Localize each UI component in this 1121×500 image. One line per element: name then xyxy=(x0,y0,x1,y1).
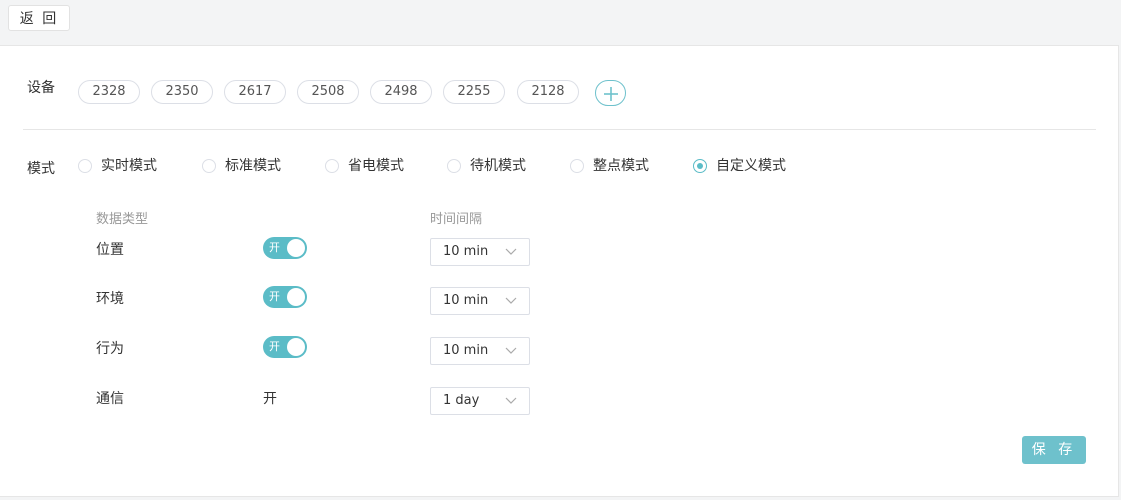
plus-icon xyxy=(604,87,618,101)
data-type-header: 数据类型 xyxy=(96,212,149,227)
select-value: 1 day xyxy=(443,393,480,408)
interval-header: 时间间隔 xyxy=(430,212,483,227)
chevron-down-icon xyxy=(505,347,517,354)
environment-interval-select[interactable]: 10 min xyxy=(430,287,530,315)
mode-option-label: 整点模式 xyxy=(593,158,649,174)
communication-interval-select[interactable]: 1 day xyxy=(430,387,530,415)
location-interval-select[interactable]: 10 min xyxy=(430,238,530,266)
row-label-environment: 环境 xyxy=(96,291,124,307)
behavior-interval-select[interactable]: 10 min xyxy=(430,337,530,365)
chevron-down-icon xyxy=(505,297,517,304)
radio-checked-icon xyxy=(693,159,707,173)
toggle-knob xyxy=(287,338,305,356)
device-chip[interactable]: 2498 xyxy=(370,80,432,104)
radio-circle-icon xyxy=(447,159,461,173)
toggle-text: 开 xyxy=(269,290,280,303)
device-chip[interactable]: 2128 xyxy=(517,80,579,104)
chevron-down-icon xyxy=(505,248,517,255)
radio-circle-icon xyxy=(325,159,339,173)
back-button[interactable]: 返 回 xyxy=(8,5,70,31)
mode-option-label: 标准模式 xyxy=(225,158,281,174)
device-chip[interactable]: 2508 xyxy=(297,80,359,104)
devices-label: 设备 xyxy=(27,80,55,96)
device-chip[interactable]: 2350 xyxy=(151,80,213,104)
device-chip[interactable]: 2255 xyxy=(443,80,505,104)
top-bar: 返 回 xyxy=(0,0,1121,45)
section-divider xyxy=(23,129,1096,130)
device-chip[interactable]: 2328 xyxy=(78,80,140,104)
mode-option-label: 待机模式 xyxy=(470,158,526,174)
communication-status: 开 xyxy=(263,391,277,407)
settings-panel: 设备 2328 2350 2617 2508 2498 2255 2128 模式… xyxy=(0,45,1119,497)
add-device-button[interactable] xyxy=(595,80,626,106)
behavior-toggle[interactable]: 开 xyxy=(263,336,307,358)
radio-circle-icon xyxy=(570,159,584,173)
mode-option-label: 自定义模式 xyxy=(716,158,786,174)
toggle-text: 开 xyxy=(269,340,280,353)
save-button[interactable]: 保 存 xyxy=(1022,436,1086,464)
mode-label: 模式 xyxy=(27,161,55,177)
row-label-location: 位置 xyxy=(96,242,124,258)
chevron-down-icon xyxy=(505,397,517,404)
mode-option-label: 实时模式 xyxy=(101,158,157,174)
select-value: 10 min xyxy=(443,244,489,259)
row-label-behavior: 行为 xyxy=(96,341,124,357)
row-label-communication: 通信 xyxy=(96,391,124,407)
device-chip[interactable]: 2617 xyxy=(224,80,286,104)
radio-circle-icon xyxy=(202,159,216,173)
toggle-knob xyxy=(287,288,305,306)
mode-option-label: 省电模式 xyxy=(348,158,404,174)
select-value: 10 min xyxy=(443,343,489,358)
toggle-knob xyxy=(287,239,305,257)
select-value: 10 min xyxy=(443,293,489,308)
environment-toggle[interactable]: 开 xyxy=(263,286,307,308)
location-toggle[interactable]: 开 xyxy=(263,237,307,259)
toggle-text: 开 xyxy=(269,241,280,254)
radio-circle-icon xyxy=(78,159,92,173)
